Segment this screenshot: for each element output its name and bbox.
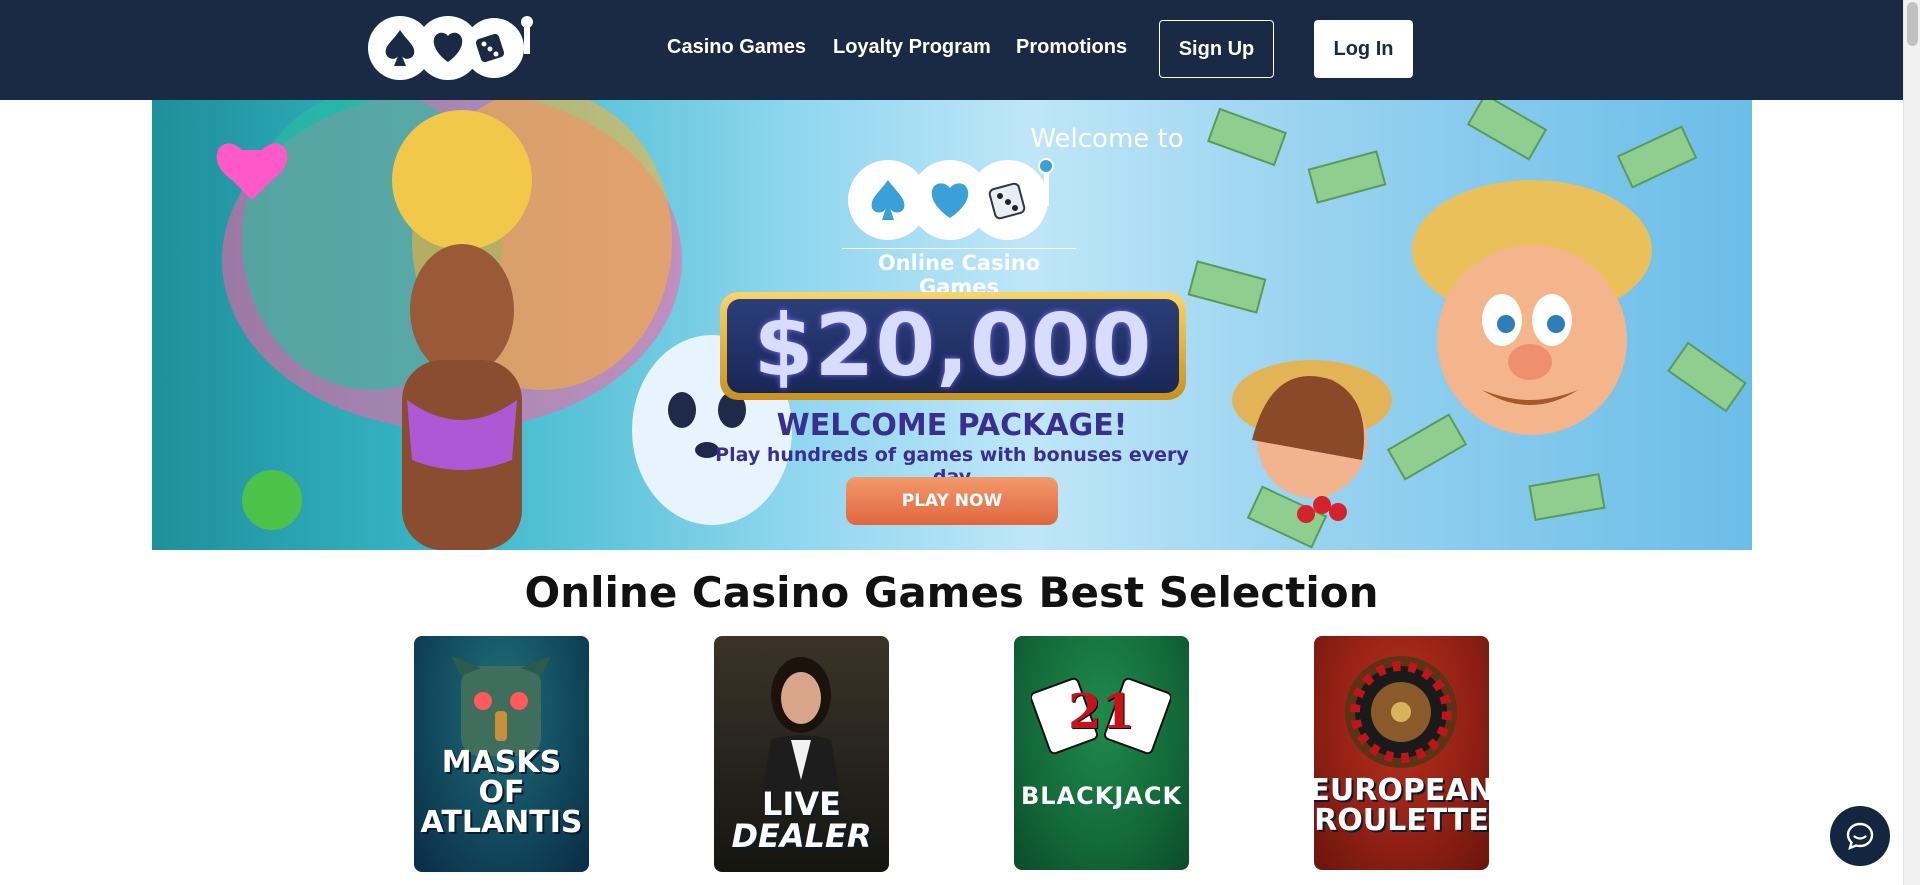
welcome-package-heading: WELCOME PACKAGE! [776,408,1128,443]
live-chat-button[interactable] [1830,806,1890,866]
banner-logo [848,158,1054,240]
farmer-characters-illustration [1187,100,1747,549]
nav-casino-games[interactable]: Casino Games [667,36,806,59]
play-now-button[interactable]: PLAY NOW [846,477,1058,525]
game-tile-live-dealer[interactable]: LIVE DEALER [714,636,889,872]
banner-welcome-text: Welcome to [1030,124,1184,154]
blackjack-21: 21 [1068,684,1135,740]
log-in-button[interactable]: Log In [1314,20,1413,78]
game-tile-blackjack[interactable]: 21 BLACKJACK [1014,636,1189,870]
sign-up-button[interactable]: Sign Up [1159,20,1274,78]
site-logo[interactable] [366,14,538,82]
game-tile-masks-of-atlantis[interactable]: MASKS OF ATLANTIS [414,636,589,872]
nav-loyalty-program[interactable]: Loyalty Program [833,36,991,59]
game-tile-label: LIVE DEALER [731,785,872,855]
bonus-amount-panel: $20,000 [727,296,1179,396]
roulette-wheel-icon [1345,656,1457,768]
section-title: Online Casino Games Best Selection [524,568,1379,617]
dealer-portrait-icon [761,657,841,800]
nav-promotions[interactable]: Promotions [1016,36,1127,59]
game-tile-label: BLACKJACK [1020,782,1183,810]
hero-banner[interactable]: Welcome to Online Casino Games $20,000 W… [152,100,1752,550]
top-navigation-bar: Casino Games Loyalty Program Promotions … [0,0,1903,100]
page-scrollbar[interactable] [1903,0,1920,885]
bonus-amount-frame: $20,000 [720,292,1186,400]
bonus-amount: $20,000 [753,296,1153,396]
game-tile-label: MASKS OF ATLANTIS [420,745,583,840]
chat-bubble-icon [1846,822,1874,851]
game-tile-label: EUROPEAN ROULETTE [1314,773,1489,838]
scrollbar-thumb[interactable] [1907,2,1918,46]
game-tile-european-roulette[interactable]: EUROPEAN ROULETTE [1314,636,1489,870]
